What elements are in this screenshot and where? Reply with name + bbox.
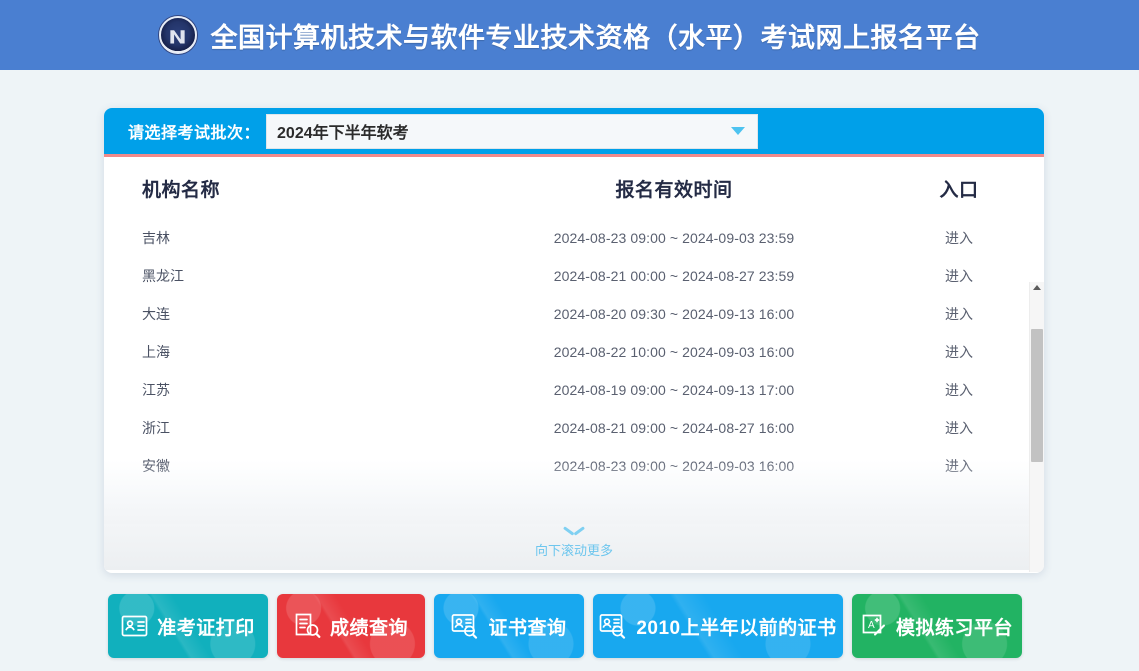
- cell-org: 吉林: [142, 230, 170, 246]
- cell-entry[interactable]: 进入: [884, 304, 1034, 324]
- table-row[interactable]: 大连 2024-08-20 09:30 ~ 2024-09-13 16:00 进…: [104, 295, 1044, 333]
- table-body: 吉林 2024-08-23 09:00 ~ 2024-09-03 23:59 进…: [104, 219, 1044, 524]
- table-row[interactable]: 吉林 2024-08-23 09:00 ~ 2024-09-03 23:59 进…: [104, 219, 1044, 257]
- exam-practice-icon: A: [861, 613, 887, 639]
- button-label: 成绩查询: [329, 617, 408, 639]
- cell-time: 2024-08-22 10:00 ~ 2024-09-03 16:00: [553, 344, 795, 360]
- cell-org: 江苏: [142, 382, 170, 398]
- exam-batch-select-bar: 请选择考试批次： 2024年下半年软考: [104, 108, 1044, 157]
- id-card-icon: [121, 614, 148, 638]
- exam-batch-selected-value: 2024年下半年软考: [277, 125, 409, 142]
- scroll-more-label: 向下滚动更多: [534, 543, 613, 558]
- exam-batch-select[interactable]: 2024年下半年软考: [266, 113, 759, 149]
- button-label: 模拟练习平台: [896, 617, 1014, 639]
- cell-entry[interactable]: 进入: [884, 456, 1034, 476]
- column-header-entry: 入口: [939, 179, 979, 201]
- score-query-button[interactable]: 成绩查询: [277, 594, 425, 658]
- cell-entry[interactable]: 进入: [884, 342, 1034, 362]
- svg-text:A: A: [868, 620, 875, 631]
- cell-org: 上海: [142, 344, 170, 360]
- cell-time: 2024-08-19 09:00 ~ 2024-09-13 17:00: [553, 382, 795, 398]
- page-title: 全国计算机技术与软件专业技术资格（水平）考试网上报名平台: [210, 22, 981, 53]
- exam-batch-label: 请选择考试批次：: [128, 125, 261, 142]
- registration-panel: 请选择考试批次： 2024年下半年软考 机构名称 报名有效时间 入口 吉林 20…: [104, 108, 1044, 573]
- cell-org: 黑龙江: [142, 268, 184, 284]
- table-row[interactable]: 上海 2024-08-22 10:00 ~ 2024-09-03 16:00 进…: [104, 333, 1044, 371]
- practice-platform-button[interactable]: A 模拟练习平台: [852, 594, 1022, 658]
- table-row[interactable]: 安徽 2024-08-23 09:00 ~ 2024-09-03 16:00 进…: [104, 447, 1044, 485]
- chevron-down-icon: [564, 526, 584, 537]
- button-label: 准考证打印: [157, 617, 255, 639]
- table-row[interactable]: 黑龙江 2024-08-21 00:00 ~ 2024-08-27 23:59 …: [104, 257, 1044, 295]
- cell-entry[interactable]: 进入: [884, 266, 1034, 286]
- column-header-time: 报名有效时间: [615, 179, 733, 201]
- table-row[interactable]: 江苏 2024-08-19 09:00 ~ 2024-09-13 17:00 进…: [104, 371, 1044, 409]
- cell-time: 2024-08-20 09:30 ~ 2024-09-13 16:00: [553, 306, 795, 322]
- cell-org: 大连: [142, 306, 170, 322]
- document-search-icon: [294, 613, 321, 639]
- button-label: 证书查询: [488, 617, 567, 639]
- cell-time: 2024-08-21 00:00 ~ 2024-08-27 23:59: [553, 268, 795, 284]
- site-header: 全国计算机技术与软件专业技术资格（水平）考试网上报名平台: [0, 0, 1139, 70]
- scrollbar-thumb[interactable]: [1031, 329, 1043, 462]
- cell-entry[interactable]: 进入: [884, 380, 1034, 400]
- certificate-query-button[interactable]: 证书查询: [434, 594, 584, 658]
- cell-entry[interactable]: 进入: [884, 228, 1034, 248]
- emblem-logo-icon: [158, 16, 197, 54]
- quick-links-bar: 准考证打印 成绩查询 证书查询 2010上半年以前的证书 A 模拟练习平台: [108, 594, 1022, 658]
- cell-org: 浙江: [142, 420, 170, 436]
- chevron-down-icon[interactable]: [731, 127, 746, 135]
- certificate-search-icon: [451, 613, 479, 639]
- legacy-certificate-button[interactable]: 2010上半年以前的证书: [593, 594, 843, 658]
- table-header-row: 机构名称 报名有效时间 入口: [104, 157, 1044, 219]
- admission-ticket-print-button[interactable]: 准考证打印: [108, 594, 268, 658]
- certificate-search-icon: [599, 613, 627, 639]
- button-label: 2010上半年以前的证书: [636, 617, 837, 639]
- table-row[interactable]: 浙江 2024-08-21 09:00 ~ 2024-08-27 16:00 进…: [104, 409, 1044, 447]
- cell-time: 2024-08-21 09:00 ~ 2024-08-27 16:00: [553, 420, 795, 436]
- scroll-more-hint[interactable]: 向下滚动更多: [104, 524, 1044, 570]
- cell-time: 2024-08-23 09:00 ~ 2024-09-03 23:59: [553, 230, 795, 246]
- vertical-scrollbar[interactable]: [1029, 282, 1044, 572]
- cell-org: 安徽: [142, 458, 170, 474]
- column-header-org: 机构名称: [142, 179, 221, 201]
- organization-table: 机构名称 报名有效时间 入口 吉林 2024-08-23 09:00 ~ 202…: [104, 157, 1044, 572]
- scroll-up-arrow-icon[interactable]: [1033, 285, 1041, 290]
- page-root: 全国计算机技术与软件专业技术资格（水平）考试网上报名平台 请选择考试批次： 20…: [0, 0, 1139, 671]
- cell-time: 2024-08-23 09:00 ~ 2024-09-03 16:00: [553, 458, 795, 474]
- cell-entry[interactable]: 进入: [884, 418, 1034, 438]
